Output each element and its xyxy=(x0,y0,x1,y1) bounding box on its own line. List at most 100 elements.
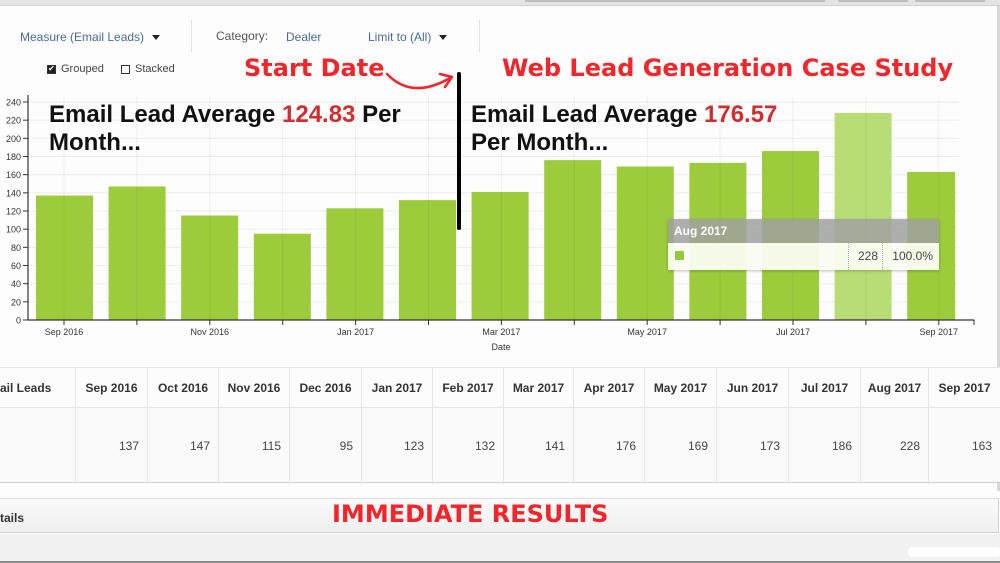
smudge xyxy=(908,547,1000,557)
chart-tooltip: Aug 2017 228 100.0% xyxy=(668,219,939,270)
y-tick-label: 80 xyxy=(11,243,21,253)
divider xyxy=(479,20,480,52)
after-average-prefix: Email Lead Average xyxy=(471,101,704,128)
column-header: May 2017 xyxy=(644,368,716,407)
measure-label: Measure (Email Leads) xyxy=(20,30,145,44)
after-average-line2: Per Month... xyxy=(471,129,609,156)
curved-arrow-icon xyxy=(385,72,454,90)
grouped-checkbox[interactable]: ✔ xyxy=(47,64,56,74)
y-tick-label: 200 xyxy=(6,134,21,144)
column-header: Feb 2017 xyxy=(432,368,503,407)
x-tick-label: Sep 2016 xyxy=(45,327,84,337)
bar-apr-2017 xyxy=(544,160,602,320)
row-label-cell xyxy=(0,408,75,484)
chevron-down-icon xyxy=(152,35,161,41)
bar-aug-2017 xyxy=(834,112,892,321)
bar-jan-2017 xyxy=(326,208,384,320)
start-date-marker-line xyxy=(457,72,461,230)
case-study-title: Web Lead Generation Case Study xyxy=(502,54,954,82)
y-tick-label: 0 xyxy=(16,316,21,326)
stacked-label: Stacked xyxy=(135,63,175,75)
column-header: Nov 2016 xyxy=(218,368,289,407)
table-cell: 115 xyxy=(218,408,289,484)
column-header: Sep 2016 xyxy=(75,368,147,407)
report-page: Measure (Email Leads) Category: Dealer L… xyxy=(0,0,1000,563)
bar-mar-2017 xyxy=(471,191,529,320)
y-tick-label: 220 xyxy=(6,116,21,126)
limit-label: Limit to (All) xyxy=(368,30,432,44)
after-average-value: 176.57 xyxy=(704,101,778,128)
stacked-checkbox[interactable] xyxy=(121,64,130,74)
column-header: Jan 2017 xyxy=(361,368,432,407)
before-average-suffix: Per xyxy=(355,101,401,128)
measure-dropdown[interactable]: Measure (Email Leads) xyxy=(20,30,161,44)
stacked-option[interactable]: Stacked xyxy=(121,63,175,75)
table-cell: 169 xyxy=(644,408,716,484)
before-average-line2: Month... xyxy=(49,129,141,156)
row-header-label: ail Leads xyxy=(0,381,52,395)
grouped-option[interactable]: ✔ Grouped xyxy=(47,63,104,75)
y-tick-label: 160 xyxy=(6,170,21,180)
column-header: Dec 2016 xyxy=(289,368,361,407)
details-panel-header[interactable]: tails IMMEDIATE RESULTS xyxy=(0,498,999,533)
before-average-text: Email Lead Average 124.83 Per Month... xyxy=(49,101,401,157)
table-cell: 141 xyxy=(503,408,573,484)
y-tick-label: 240 xyxy=(6,98,21,108)
data-table: ail Leads Sep 2016 Oct 2016 Nov 2016 Dec 201… xyxy=(0,367,1000,484)
column-header: Aug 2017 xyxy=(860,368,928,407)
table-cell: 176 xyxy=(573,408,644,484)
before-average-prefix: Email Lead Average xyxy=(49,101,282,128)
y-tick-label: 180 xyxy=(6,152,21,162)
bar-feb-2017 xyxy=(399,200,456,320)
column-header: Jul 2017 xyxy=(788,368,860,407)
top-strip xyxy=(0,0,1000,6)
table-cell: 123 xyxy=(361,408,432,484)
y-tick-label: 120 xyxy=(6,207,21,217)
table-header-row: ail Leads Sep 2016 Oct 2016 Nov 2016 Dec 201… xyxy=(0,368,1000,408)
immediate-results-annotation: IMMEDIATE RESULTS xyxy=(332,500,609,528)
table-cell: 132 xyxy=(432,408,503,484)
table-cell: 228 xyxy=(860,408,928,484)
column-header: Oct 2016 xyxy=(147,368,218,407)
column-header: Sep 2017 xyxy=(928,368,1000,407)
table-row: 137 147 115 95 123 132 141 176 169 173 186 228 163 xyxy=(0,408,1000,484)
table-cell: 95 xyxy=(289,408,361,484)
category-label: Category: xyxy=(216,29,269,43)
tooltip-value: 228 xyxy=(848,243,882,270)
x-axis-label: Date xyxy=(491,342,510,352)
divider xyxy=(191,20,192,52)
before-average-value: 124.83 xyxy=(282,101,356,128)
y-tick-label: 20 xyxy=(11,297,21,307)
column-header: Apr 2017 xyxy=(573,368,644,407)
x-tick-label: Sep 2017 xyxy=(920,327,959,337)
y-tick-label: 140 xyxy=(6,188,21,198)
bottom-panel xyxy=(0,534,1000,563)
y-tick-label: 100 xyxy=(6,225,21,235)
x-tick-label: Jul 2017 xyxy=(776,327,810,337)
table-cell: 147 xyxy=(147,408,218,484)
tooltip-row: 228 100.0% xyxy=(668,243,939,270)
series-swatch-icon xyxy=(675,251,684,260)
table-cell: 163 xyxy=(928,408,1000,484)
table-cell: 137 xyxy=(75,408,147,484)
column-header: Jun 2017 xyxy=(716,368,788,407)
bar-may-2017 xyxy=(616,166,674,320)
limit-dropdown[interactable]: Limit to (All) xyxy=(368,30,448,44)
table-cell: 186 xyxy=(788,408,860,484)
tooltip-percent: 100.0% xyxy=(882,243,939,270)
y-tick-label: 40 xyxy=(11,279,21,289)
table-cell: 173 xyxy=(716,408,788,484)
chevron-down-icon xyxy=(439,35,448,41)
x-tick-label: May 2017 xyxy=(627,327,667,337)
y-tick-label: 60 xyxy=(11,261,21,271)
x-tick-label: Nov 2016 xyxy=(191,327,230,337)
details-label: tails xyxy=(0,511,25,525)
column-header: Mar 2017 xyxy=(503,368,573,407)
tooltip-title: Aug 2017 xyxy=(668,219,939,243)
category-dropdown[interactable]: Dealer xyxy=(286,30,321,44)
start-date-annotation: Start Date xyxy=(244,54,385,82)
after-average-text: Email Lead Average 176.57 Per Month... xyxy=(471,101,777,157)
chart-toolbar: Measure (Email Leads) Category: Dealer L… xyxy=(0,18,1000,54)
x-tick-label: Mar 2017 xyxy=(482,327,520,337)
grouped-label: Grouped xyxy=(61,63,104,75)
